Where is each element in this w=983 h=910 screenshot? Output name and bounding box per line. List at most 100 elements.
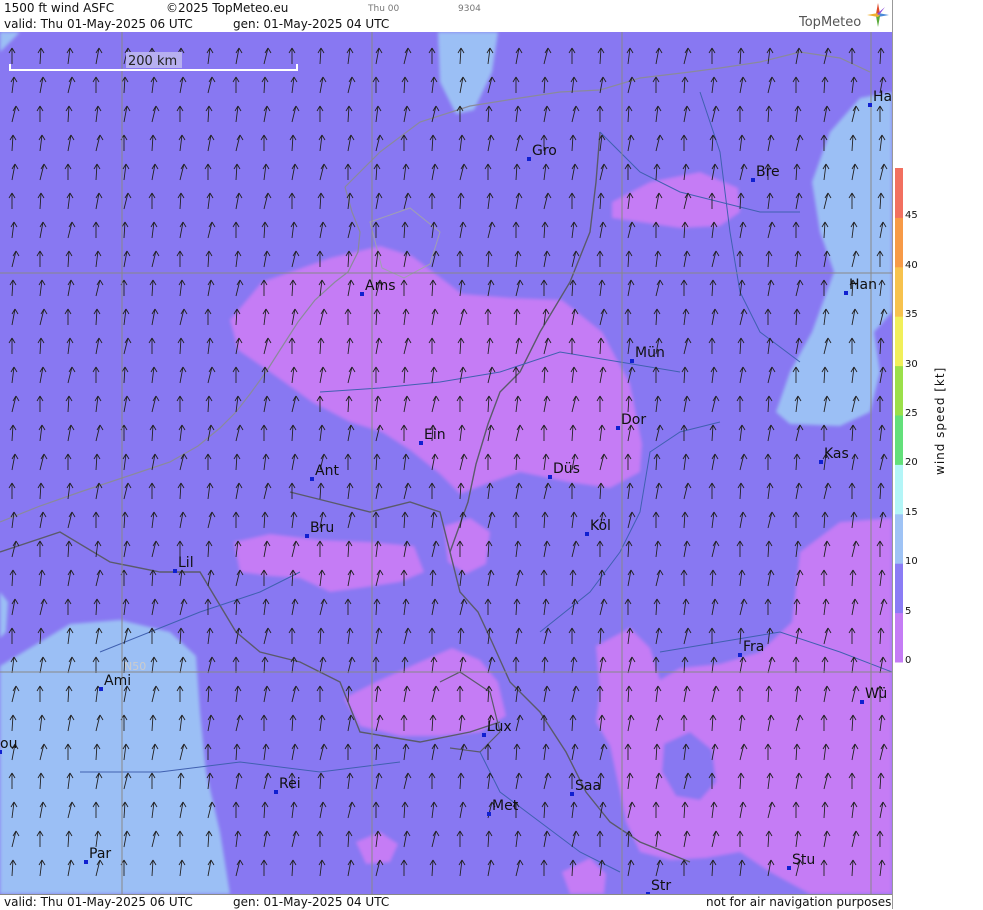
city-label: Par — [89, 846, 111, 862]
scale-bar-label: 200 km — [128, 54, 177, 69]
city-marker: Stu — [787, 852, 815, 870]
legend-axis-title: wind speed [kt] — [933, 366, 947, 475]
city-label: Fra — [743, 639, 764, 655]
city-label: Kas — [824, 446, 849, 462]
city-marker: Ami — [99, 673, 131, 691]
city-label: Lux — [487, 719, 512, 735]
city-label: Bru — [310, 520, 334, 536]
city-marker: Ams — [360, 278, 396, 296]
compass-logo-icon — [866, 2, 890, 28]
product-title: 1500 ft wind ASFC — [4, 1, 115, 15]
code-marker: 9304 — [458, 4, 481, 14]
city-label: Han — [849, 277, 877, 293]
city-label: Str — [651, 878, 671, 894]
footer-valid-time: valid: Thu 01-May-2025 06 UTC — [4, 895, 193, 909]
legend-color-band — [895, 316, 903, 367]
city-label: Met — [492, 798, 519, 814]
city-dot — [585, 532, 589, 536]
topmeteo-logo: TopMeteo — [799, 15, 862, 30]
legend-tick-label: 0 — [905, 655, 912, 666]
city-marker: Met — [487, 798, 519, 816]
city-marker: Par — [84, 846, 111, 864]
city-dot — [548, 475, 552, 479]
legend-tick-label: 35 — [905, 309, 918, 321]
city-label: Rei — [279, 776, 301, 792]
latitude-label: N50 — [124, 660, 146, 673]
city-label: Gro — [532, 143, 557, 159]
city-dot — [173, 569, 177, 573]
city-marker: Lux — [482, 719, 512, 737]
map-header: 1500 ft wind ASFC ©2025 TopMeteo.eu Thu … — [0, 0, 892, 33]
city-dot — [99, 687, 103, 691]
legend-color-band — [895, 612, 903, 663]
city-dot — [527, 157, 531, 161]
copyright-text: ©2025 TopMeteo.eu — [166, 1, 289, 15]
legend-tick-label: 10 — [905, 556, 918, 568]
city-dot — [570, 792, 574, 796]
city-label: Düs — [553, 461, 580, 477]
valid-time: valid: Thu 01-May-2025 06 UTC — [4, 17, 193, 31]
city-dot — [482, 733, 486, 737]
city-label: Köl — [590, 518, 611, 534]
city-label: Bre — [756, 164, 780, 180]
city-marker: Ant — [310, 463, 339, 481]
city-marker: Han — [844, 277, 877, 295]
city-label: ou — [0, 736, 17, 752]
city-marker: Mün — [630, 345, 665, 363]
city-dot — [360, 292, 364, 296]
city-label: Ant — [315, 463, 339, 479]
footer-disclaimer: not for air navigation purposes — [706, 895, 892, 909]
map-footer: valid: Thu 01-May-2025 06 UTC gen: 01-Ma… — [0, 894, 892, 910]
city-label: Mün — [635, 345, 665, 361]
legend-color-band — [895, 365, 903, 416]
city-dot — [787, 866, 791, 870]
city-label: Ams — [365, 278, 396, 294]
wind-map[interactable]: 200 km N50 Ha Gro Bre Ams Han Mün Dor Ein Kas Ant… — [0, 32, 893, 896]
city-dot — [84, 860, 88, 864]
city-marker: Bre — [751, 164, 780, 182]
city-marker: Wü — [860, 686, 887, 704]
city-marker: Gro — [527, 143, 557, 161]
city-dot — [844, 291, 848, 295]
city-label: Saa — [575, 778, 601, 794]
city-dot — [616, 426, 620, 430]
legend-tick-label: 40 — [905, 259, 918, 271]
city-dot — [310, 477, 314, 481]
legend-color-band — [895, 217, 903, 268]
legend-color-band — [895, 415, 903, 465]
city-dot — [868, 103, 872, 107]
wind-speed-legend: 0 5 10 15 20 25 30 35 40 45 wind speed [kt] — [892, 0, 983, 909]
city-label: Dor — [621, 412, 646, 428]
legend-tick-label: 30 — [905, 358, 918, 370]
city-dot — [860, 700, 864, 704]
city-label: Wü — [865, 686, 887, 702]
city-label: Lil — [178, 555, 194, 571]
city-dot — [738, 653, 742, 657]
legend-color-band — [895, 513, 903, 564]
city-label: Ami — [104, 673, 131, 689]
city-dot — [419, 441, 423, 445]
legend-color-band — [895, 168, 903, 218]
gen-time: gen: 01-May-2025 04 UTC — [233, 17, 390, 31]
city-label: Ha — [873, 89, 892, 105]
legend-tick-label: 5 — [905, 605, 912, 617]
city-dot — [487, 812, 491, 816]
city-dot — [751, 178, 755, 182]
legend-tick-label: 45 — [905, 210, 918, 222]
city-marker: ou — [0, 736, 17, 754]
legend-color-band — [895, 563, 903, 614]
city-dot — [819, 460, 823, 464]
city-label: Stu — [792, 852, 815, 868]
city-dot — [274, 790, 278, 794]
legend-color-band — [895, 464, 903, 515]
city-marker: Bru — [305, 520, 334, 538]
city-marker: Kas — [819, 446, 849, 464]
city-marker: Dor — [616, 412, 646, 430]
city-marker: Saa — [570, 778, 601, 796]
footer-gen-time: gen: 01-May-2025 04 UTC — [233, 895, 390, 909]
run-marker: Thu 00 — [368, 4, 400, 14]
wind-zone-light-blue — [0, 620, 230, 894]
city-dot — [305, 534, 309, 538]
city-label: Ein — [424, 427, 446, 443]
legend-tick-label: 25 — [905, 408, 918, 419]
